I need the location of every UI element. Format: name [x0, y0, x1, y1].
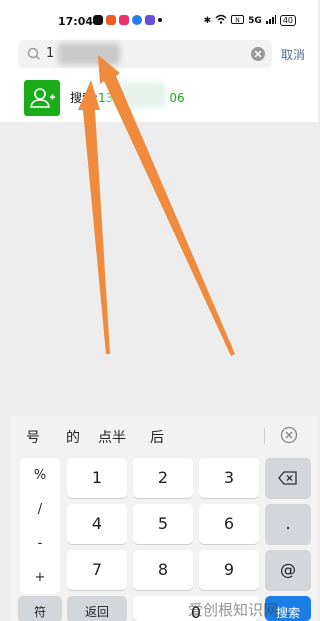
backspace-key[interactable]: [265, 458, 311, 498]
wifi-icon: [215, 14, 227, 27]
bluetooth-icon: ✱: [203, 15, 212, 26]
backspace-icon: [265, 458, 311, 500]
key-1[interactable]: 1: [67, 458, 127, 498]
candidate-word[interactable]: 号: [26, 427, 40, 447]
signal-icon: [265, 14, 276, 27]
key-6[interactable]: 6: [199, 504, 259, 544]
search-icon: [26, 46, 42, 62]
status-time: 17:04: [58, 15, 94, 28]
app-icon: [106, 15, 116, 25]
key-label: 4: [91, 514, 103, 533]
symbol-column: % / - +: [20, 458, 60, 594]
search-header: 1 取消: [0, 38, 318, 72]
symbol-key[interactable]: -: [20, 536, 60, 551]
keyboard: 号 的 点半 后 % / - + 1 2 3 4 5 6 . 7 8 9 @ 符…: [10, 416, 318, 621]
search-value: 1: [46, 46, 55, 61]
key-label: 返回: [84, 605, 109, 619]
key-4[interactable]: 4: [67, 504, 127, 544]
cancel-button[interactable]: 取消: [281, 46, 305, 63]
watermark: 爱创根知识网: [188, 601, 279, 619]
search-result-item[interactable]: 搜索:13 06: [0, 72, 318, 122]
key-2[interactable]: 2: [133, 458, 193, 498]
collapse-keyboard-icon[interactable]: [280, 426, 298, 444]
key-3[interactable]: 3: [199, 458, 259, 498]
nfc-icon: N: [231, 14, 245, 27]
key-8[interactable]: 8: [133, 550, 193, 590]
battery-icon: 40: [279, 15, 296, 26]
key-label: 2: [157, 468, 169, 487]
result-prefix: 搜索:: [70, 91, 99, 105]
symbol-key[interactable]: %: [20, 468, 60, 483]
candidate-word[interactable]: 点半: [98, 427, 126, 447]
app-icon: [93, 15, 103, 25]
add-contact-icon: [24, 80, 60, 116]
symbol-key[interactable]: +: [20, 570, 60, 585]
status-right: ✱ N 5G 40: [204, 14, 296, 27]
key-5[interactable]: 5: [133, 504, 193, 544]
at-key[interactable]: @: [265, 550, 311, 590]
key-label: .: [285, 514, 291, 533]
key-7[interactable]: 7: [67, 550, 127, 590]
status-bar: 17:04 ✱ N 5G 40: [0, 0, 318, 38]
app-icon: [145, 15, 155, 25]
symbol-key[interactable]: /: [20, 502, 60, 517]
notification-icons: [93, 15, 162, 25]
back-key[interactable]: 返回: [67, 596, 127, 621]
divider: [264, 428, 265, 444]
app-icon: [132, 15, 142, 25]
key-9[interactable]: 9: [199, 550, 259, 590]
blur-mask: [110, 82, 166, 108]
search-input[interactable]: 1: [18, 40, 272, 68]
app-icon: [119, 15, 129, 25]
key-label: 7: [91, 560, 103, 579]
blur-mask: [58, 43, 120, 65]
dot-icon: [158, 18, 162, 22]
key-label: 9: [223, 560, 235, 579]
dot-key[interactable]: .: [265, 504, 311, 544]
key-label: 6: [223, 514, 235, 533]
clear-icon[interactable]: [250, 46, 266, 62]
candidate-word[interactable]: 的: [66, 427, 80, 447]
key-label: 符: [33, 605, 46, 619]
key-label: 3: [223, 468, 235, 487]
key-label: 5: [157, 514, 169, 533]
result-number-end: 06: [169, 91, 185, 105]
candidate-word[interactable]: 后: [150, 427, 164, 447]
svg-text:N: N: [235, 17, 240, 24]
key-label: 8: [157, 560, 169, 579]
symbol-switch-key[interactable]: 符: [18, 596, 62, 621]
candidate-bar: 号 的 点半 后: [10, 416, 318, 456]
key-label: 1: [91, 468, 103, 487]
key-label: @: [280, 560, 296, 579]
network-type: 5G: [248, 15, 262, 26]
content-area: [0, 122, 318, 416]
